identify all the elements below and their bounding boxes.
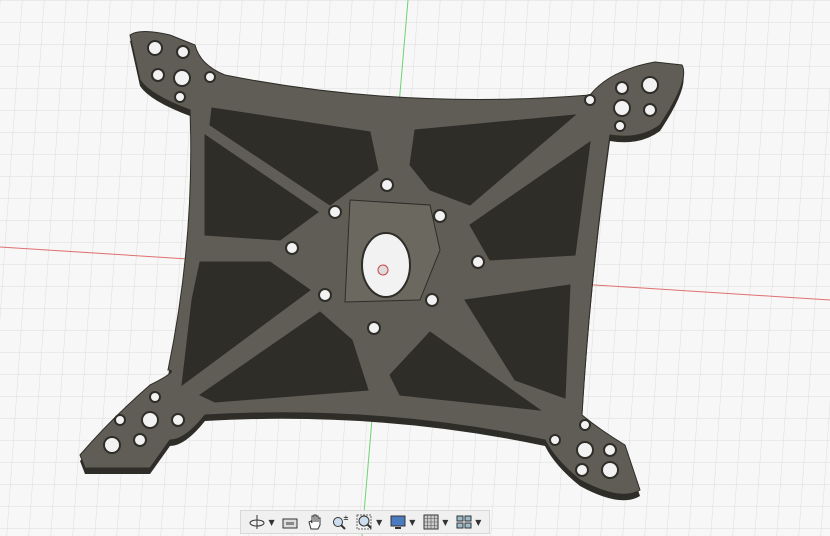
- grid-settings-icon: [423, 514, 439, 530]
- origin-marker-icon: [377, 264, 389, 276]
- orbit-button[interactable]: ▼: [248, 513, 275, 531]
- display-settings-button[interactable]: ▼: [389, 513, 415, 531]
- grid-settings-button[interactable]: ▼: [422, 513, 448, 531]
- pan-hand-icon: [308, 514, 321, 530]
- zoom-icon: ±: [333, 514, 349, 530]
- center-hole: [361, 232, 411, 298]
- zoom-button[interactable]: ±: [331, 513, 349, 531]
- zoom-window-icon: [356, 514, 372, 530]
- look-at-icon: [282, 518, 298, 529]
- pan-button[interactable]: [306, 513, 324, 531]
- chevron-down-icon[interactable]: ▼: [409, 518, 415, 527]
- navigation-toolbar: ▼ ± ▼ ▼ ▼ ▼: [240, 510, 490, 534]
- viewports-icon: [456, 515, 472, 529]
- 3d-viewport[interactable]: [0, 0, 830, 536]
- display-settings-icon: [390, 515, 406, 529]
- chevron-down-icon[interactable]: ▼: [376, 518, 382, 527]
- zoom-window-button[interactable]: ▼: [356, 513, 382, 531]
- chevron-down-icon[interactable]: ▼: [442, 518, 448, 527]
- orbit-icon: [249, 515, 265, 529]
- chevron-down-icon[interactable]: ▼: [268, 518, 274, 527]
- look-at-button[interactable]: [281, 513, 299, 531]
- svg-text:±: ±: [343, 514, 349, 522]
- chevron-down-icon[interactable]: ▼: [475, 518, 481, 527]
- viewports-button[interactable]: ▼: [455, 513, 481, 531]
